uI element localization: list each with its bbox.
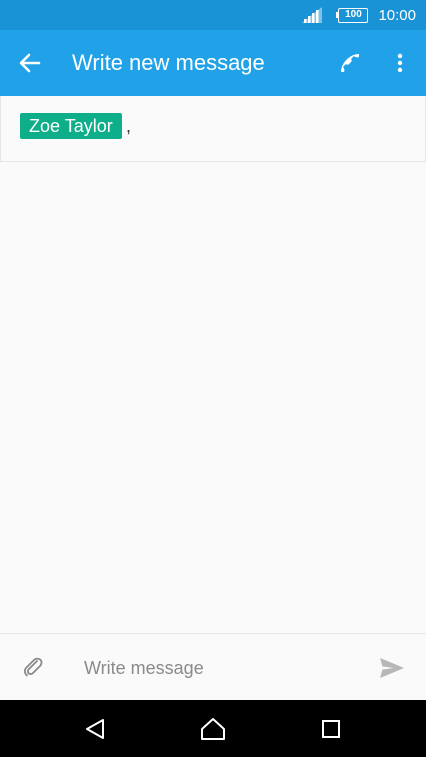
page-title: Write new message [72,50,265,75]
attach-button[interactable] [20,654,46,680]
more-vert-icon [397,53,403,73]
message-input[interactable] [84,654,354,682]
nav-home-button[interactable] [198,714,228,744]
send-button[interactable] [378,654,406,682]
recipient-separator: , [126,116,132,136]
battery-icon: 100 [336,7,369,23]
system-nav-bar [0,700,426,757]
app-bar: Write new message [0,30,426,96]
paperclip-icon [23,657,43,677]
back-arrow-icon [19,53,41,73]
conversation-area [0,162,426,633]
call-button[interactable] [336,49,364,77]
status-bar: 100 10:00 [0,0,426,30]
more-options-button[interactable] [388,49,412,77]
status-time: 10:00 [378,6,416,24]
battery-level: 100 [338,7,369,23]
nav-recents-button[interactable] [316,714,346,744]
nav-back-button[interactable] [80,714,110,744]
signal-icon [302,7,323,23]
recipient-chip[interactable]: Zoe Taylor [20,113,122,139]
compose-bar [0,633,426,700]
back-button[interactable] [16,49,44,77]
nav-recents-icon [322,720,340,738]
recipient-field[interactable]: Zoe Taylor , [0,96,426,162]
send-icon [380,658,404,678]
nav-home-icon [201,718,225,740]
nav-back-icon [86,719,104,739]
phone-icon [341,54,359,72]
